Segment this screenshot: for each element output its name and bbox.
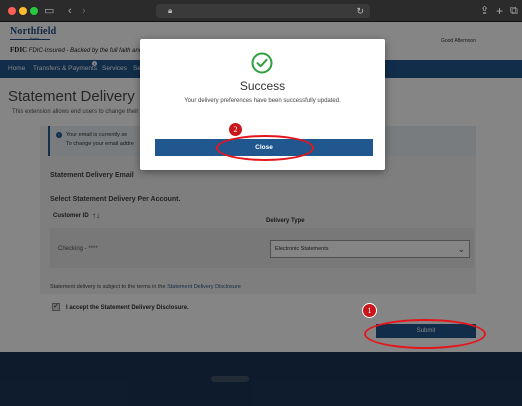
plus-icon[interactable]: + (496, 4, 503, 18)
annotation-badge-1: 1 (363, 304, 376, 317)
annotation-ring-close (216, 135, 314, 161)
chevron-left-icon[interactable]: ‹ (68, 4, 72, 18)
reload-icon[interactable]: ↻ (356, 4, 364, 18)
address-bar[interactable]: 🔒︎ ↻ (156, 4, 370, 18)
sidebar-icon[interactable]: ▭ (44, 4, 54, 18)
maximize-window-button[interactable] (30, 7, 38, 15)
minimize-window-button[interactable] (19, 7, 27, 15)
modal-title: Success (239, 79, 286, 93)
annotation-badge-2: 2 (229, 123, 242, 136)
share-icon[interactable]: ⇪ (480, 4, 489, 18)
annotation-ring-submit (364, 319, 486, 349)
browser-toolbar: ▭ ‹ › 🔒︎ ↻ ⇪ + ⧉ (0, 0, 522, 22)
chevron-right-icon[interactable]: › (82, 4, 86, 18)
check-circle-icon (251, 52, 273, 74)
close-window-button[interactable] (8, 7, 16, 15)
tabs-icon[interactable]: ⧉ (510, 4, 518, 18)
modal-message: Your delivery preferences have been succ… (184, 98, 341, 104)
lock-icon: 🔒︎ (168, 6, 173, 15)
